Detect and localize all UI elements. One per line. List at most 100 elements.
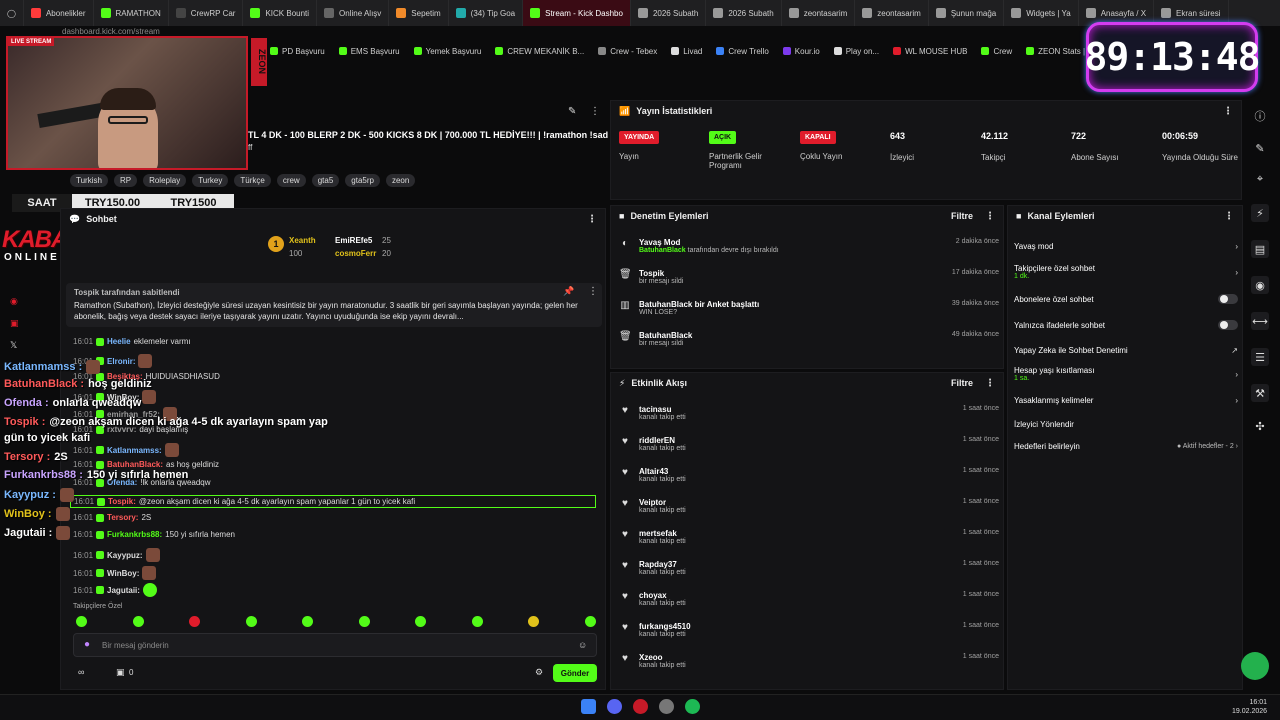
wrench-icon[interactable]: ⚒ (1251, 384, 1269, 402)
stream-tag[interactable]: Türkçe (234, 174, 271, 187)
channel-action-item[interactable]: Abonelere özel sohbet (1014, 294, 1238, 304)
activity-name[interactable]: riddlerEN (639, 436, 686, 445)
activity-name[interactable]: Rapday37 (639, 560, 686, 569)
stream-tag[interactable]: Roleplay (143, 174, 187, 187)
spotify-icon[interactable] (685, 699, 700, 714)
settings-icon[interactable]: ⚙ (535, 667, 543, 678)
bookmark-item[interactable]: Yemek Başvuru (413, 47, 481, 56)
message-username[interactable]: WinBoy: (107, 569, 139, 578)
browser-logo-icon[interactable]: ◯ (0, 0, 24, 26)
moderation-actor[interactable]: BatuhanBlack (639, 247, 686, 254)
broadcast-icon[interactable]: ⟷ (1251, 312, 1269, 330)
activity-item[interactable]: ♥ Rapday37 kanalı takip etti 1 saat önce (619, 560, 999, 576)
bookmark-item[interactable]: Crew Trello (716, 47, 769, 56)
sidebar-icon-1[interactable]: ◉ (10, 296, 18, 307)
bookmark-item[interactable]: Kour.io (782, 47, 820, 56)
chat-icon[interactable]: ◉ (1251, 276, 1269, 294)
message-username[interactable]: Heelie (107, 337, 131, 346)
activity-name[interactable]: tacinasu (639, 405, 686, 414)
browser-tab[interactable]: 2026 Subath (631, 0, 707, 26)
channel-action-item[interactable]: Yapay Zeka ile Sohbet Denetimi ↗ (1014, 346, 1238, 355)
bookmark-item[interactable]: CREW MEKANİK B... (495, 47, 584, 56)
activity-name[interactable]: choyax (639, 591, 686, 600)
quick-emote-icon[interactable] (76, 616, 87, 627)
chat-more-icon[interactable]: ⋮ (587, 214, 597, 225)
channel-action-item[interactable]: Hesap yaşı kısıtlaması 1 sa. › (1014, 366, 1238, 382)
toggle-switch[interactable] (1218, 320, 1238, 330)
moderation-item[interactable]: ▥ BatuhanBlack bir Anket başlattı WIN LOSE… (619, 300, 999, 316)
quick-emote-icon[interactable] (245, 616, 257, 627)
list-icon[interactable]: ☰ (1251, 348, 1269, 366)
bookmark-item[interactable]: EMS Başvuru (338, 47, 400, 56)
discord-icon[interactable] (607, 699, 622, 714)
help-button[interactable] (1241, 652, 1269, 680)
browser-tab[interactable]: KICK Bounti (243, 0, 318, 26)
stream-tag[interactable]: RP (113, 174, 138, 187)
bookmark-item[interactable]: PD Başvuru (270, 47, 325, 56)
quick-emote-icon[interactable] (584, 616, 596, 627)
sidebar-icon-2[interactable]: ▣ (10, 318, 19, 329)
activity-item[interactable]: ♥ Veiptor kanalı takip etti 1 saat önce (619, 498, 999, 514)
channel-action-control[interactable]: ↗ (1231, 346, 1238, 355)
bookmark-item[interactable]: Crew - Tebex (598, 47, 657, 56)
browser-tab[interactable]: Şunun mağa (929, 0, 1005, 26)
browser-tab[interactable]: zeontasarim (855, 0, 929, 26)
mic-icon[interactable]: ● (84, 639, 90, 650)
activity-item[interactable]: ♥ furkangs4510 kanalı takip etti 1 saat önc… (619, 622, 999, 638)
leader-2-name[interactable]: EmiREfe5 (335, 236, 372, 245)
message-username[interactable]: BatuhanBlack: (107, 460, 163, 469)
channel-action-item[interactable]: Hedefleri belirleyin ● Aktif hedefler - 2… (1014, 442, 1238, 451)
activity-filter-button[interactable]: Filtre (951, 378, 973, 388)
pinned-more-icon[interactable]: ⋮ (588, 286, 598, 297)
moderation-item[interactable]: 🗑 Tospik bir mesajı sildi 17 dakika önce (619, 269, 999, 285)
leader-3-name[interactable]: cosmoFerr (335, 249, 376, 258)
browser-tab[interactable]: Widgets | Ya (1004, 0, 1079, 26)
activity-name[interactable]: mertsefak (639, 529, 686, 538)
moderation-more-icon[interactable]: ⋮ (985, 211, 995, 222)
browser-tab[interactable]: 2026 Subath (706, 0, 782, 26)
quick-emote-icon[interactable] (415, 616, 427, 627)
quick-emote-icon[interactable] (132, 616, 144, 627)
moderation-item[interactable]: ◐ Yavaş Mod BatuhanBlack tarafından devre … (619, 238, 999, 254)
browser-tab[interactable]: Online Alışv (317, 0, 390, 26)
quick-emote-icon[interactable] (358, 616, 370, 627)
quick-emote-icon[interactable] (528, 616, 540, 627)
activity-item[interactable]: ♥ tacinasu kanalı takip etti 1 saat önce (619, 405, 999, 421)
message-username[interactable]: Tospik: (108, 497, 136, 506)
channel-action-item[interactable]: Yavaş mod › (1014, 242, 1238, 251)
browser-tab[interactable]: Abonelikler (24, 0, 94, 26)
stream-tag[interactable]: Turkey (192, 174, 229, 187)
channel-action-control[interactable]: ● Aktif hedefler - 2 › (1177, 443, 1238, 450)
message-username[interactable]: Furkankrbs88: (107, 530, 162, 539)
browser-tab[interactable]: RAMATHON (94, 0, 169, 26)
stream-tag[interactable]: crew (276, 174, 306, 187)
message-username[interactable]: Elronir: (107, 357, 135, 366)
message-username[interactable]: Jagutaii: (107, 586, 140, 595)
leader-1-name[interactable]: Xeanth (289, 236, 316, 245)
target-icon[interactable]: ⌖ (1257, 173, 1263, 186)
activity-item[interactable]: ♥ Xzeoo kanalı takip etti 1 saat önce (619, 653, 999, 669)
stats-more-icon[interactable]: ⋮ (1223, 106, 1233, 117)
apps-icon[interactable]: ✣ (1255, 420, 1264, 433)
send-button[interactable]: Gönder (553, 664, 597, 682)
browser-tab[interactable]: CrewRP Car (169, 0, 244, 26)
browser-tab[interactable]: (34) Tip Goa (449, 0, 524, 26)
pin-icon[interactable]: 📌 (563, 286, 574, 297)
browser-tab[interactable]: Sepetim (389, 0, 449, 26)
activity-item[interactable]: ♥ mertsefak kanalı takip etti 1 saat önce (619, 529, 999, 545)
moderation-item[interactable]: 🗑 BatuhanBlack bir mesajı sildi 49 dakika ö… (619, 331, 999, 347)
note-icon[interactable]: ▤ (1251, 240, 1269, 258)
message-username[interactable]: Tersory: (107, 513, 138, 522)
channel-action-item[interactable]: Yasaklanmış kelimeler › (1014, 396, 1238, 405)
x-icon[interactable]: 𝕏 (10, 340, 17, 351)
activity-item[interactable]: ♥ riddlerEN kanalı takip etti 1 saat önce (619, 436, 999, 452)
bookmark-item[interactable]: Livad (671, 47, 702, 56)
info-icon[interactable]: ⓘ (1255, 108, 1266, 124)
quick-emote-icon[interactable] (471, 616, 483, 627)
activity-name[interactable]: Altair43 (639, 467, 686, 476)
infinity-icon[interactable]: ∞ (78, 667, 84, 677)
activity-more-icon[interactable]: ⋮ (985, 378, 995, 389)
browser-tab[interactable]: Stream - Kick Dashbo (523, 0, 631, 26)
channel-action-control[interactable]: › (1235, 370, 1238, 379)
windows-start-icon[interactable] (581, 699, 596, 714)
